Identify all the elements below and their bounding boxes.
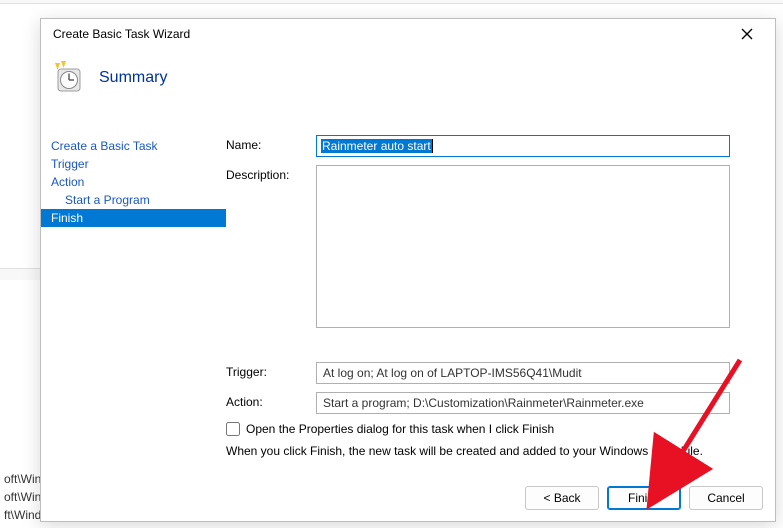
finish-hint-text: When you click Finish, the new task will… (226, 444, 761, 458)
wizard-header: Summary (41, 49, 775, 107)
back-button[interactable]: < Back (525, 486, 599, 510)
window-title: Create Basic Task Wizard (53, 27, 190, 41)
text-caret (432, 139, 433, 153)
description-textarea[interactable] (316, 165, 730, 328)
open-properties-label: Open the Properties dialog for this task… (246, 422, 554, 436)
wizard-step-title: Summary (99, 69, 167, 87)
cancel-button[interactable]: Cancel (689, 486, 763, 510)
name-label: Name: (226, 135, 316, 152)
trigger-readonly[interactable]: At log on; At log on of LAPTOP-IMS56Q41\… (316, 362, 730, 384)
wizard-body: Create a Basic Task Trigger Action Start… (41, 107, 775, 475)
wizard-button-row: < Back Finish Cancel (41, 475, 775, 521)
action-label: Action: (226, 392, 316, 409)
action-value: Start a program; D:\Customization\Rainme… (323, 396, 644, 410)
name-input-selection: Rainmeter auto start (321, 139, 432, 153)
background-window-top (0, 0, 783, 4)
trigger-value: At log on; At log on of LAPTOP-IMS56Q41\… (323, 366, 582, 380)
nav-step-action[interactable]: Action (41, 173, 226, 191)
finish-button[interactable]: Finish (607, 486, 681, 510)
wizard-steps-nav: Create a Basic Task Trigger Action Start… (41, 107, 226, 475)
summary-form: Name: Rainmeter auto start Description: … (226, 107, 775, 475)
close-button[interactable] (727, 20, 767, 48)
wizard-clock-icon (51, 61, 85, 95)
action-readonly[interactable]: Start a program; D:\Customization\Rainme… (316, 392, 730, 414)
close-icon (741, 28, 753, 40)
name-input[interactable]: Rainmeter auto start (316, 135, 730, 157)
trigger-label: Trigger: (226, 362, 316, 379)
wizard-dialog: Create Basic Task Wizard Summary Create … (40, 18, 776, 522)
description-label: Description: (226, 165, 316, 182)
open-properties-checkbox[interactable] (226, 422, 240, 436)
nav-step-trigger[interactable]: Trigger (41, 155, 226, 173)
nav-step-finish[interactable]: Finish (41, 209, 226, 227)
titlebar: Create Basic Task Wizard (41, 19, 775, 49)
nav-step-create[interactable]: Create a Basic Task (41, 137, 226, 155)
background-window-split (0, 268, 40, 280)
nav-step-start-program[interactable]: Start a Program (41, 191, 226, 209)
